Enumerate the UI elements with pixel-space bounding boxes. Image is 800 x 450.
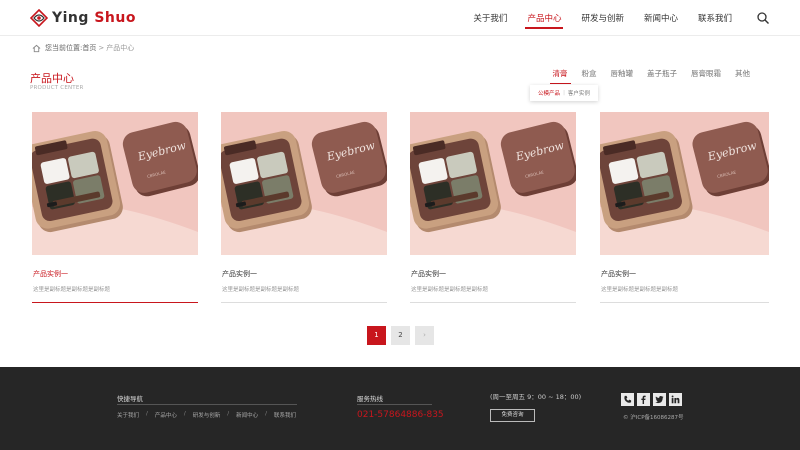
product-name: 产品实例一: [222, 270, 257, 278]
nav-item-news[interactable]: 新闻中心: [644, 0, 678, 36]
footer-link-separator: /: [146, 411, 148, 417]
home-icon: [32, 44, 41, 52]
product-image: Eyebrow CBROLAE: [410, 112, 576, 255]
footer-nav-title: 快捷导航: [117, 395, 143, 403]
page-button-1[interactable]: 1: [367, 326, 386, 345]
facebook-icon[interactable]: [637, 393, 650, 406]
product-image: Eyebrow CBROLAE: [221, 112, 387, 255]
product-card[interactable]: Eyebrow CBROLAE 产品实例一 这里是副标题是副标题是副标题: [600, 112, 769, 304]
logo-text: Ying Shuo: [52, 10, 136, 26]
product-image: Eyebrow CBROLAE: [32, 112, 198, 255]
page-subtitle: PRODUCT CENTER: [30, 85, 84, 91]
breadcrumb-separator: >: [98, 44, 105, 52]
card-underline: [410, 302, 576, 303]
footer-link-contact[interactable]: 联系我们: [274, 411, 296, 419]
footer-link-products[interactable]: 产品中心: [155, 411, 177, 419]
main-nav: 关于我们 产品中心 研发与创新 新闻中心 联系我们: [453, 0, 770, 36]
card-underline: [600, 302, 769, 303]
tab-gaiziping[interactable]: 盖子瓶子: [647, 68, 677, 84]
subtab-public-mold[interactable]: 公模产品: [538, 89, 560, 97]
product-desc: 这里是副标题是副标题是副标题: [33, 287, 111, 293]
next-page-button[interactable]: ›: [415, 326, 434, 345]
free-consult-button[interactable]: 免费咨询: [490, 409, 535, 422]
footer-link-news[interactable]: 新闻中心: [236, 411, 258, 419]
nav-item-contact[interactable]: 联系我们: [698, 0, 732, 36]
category-tabs: 清膏 粉盒 唇釉罐 盖子瓶子 唇膏眼霜 其他: [539, 68, 750, 84]
footer-link-separator: /: [265, 411, 267, 417]
product-card[interactable]: Eyebrow CBROLAE 产品实例一 这里是副标题是副标题是副标题: [221, 112, 387, 304]
footer-nav-underline: [117, 404, 297, 405]
product-name: 产品实例一: [601, 270, 636, 278]
product-desc: 这里是副标题是副标题是副标题: [601, 287, 679, 293]
footer-link-separator: /: [183, 411, 186, 417]
card-underline: [32, 302, 198, 303]
breadcrumb: 您当前位置: 首页 > 产品中心: [32, 42, 134, 54]
hotline-number[interactable]: 021-57864886-835: [357, 410, 444, 420]
product-desc: 这里是副标题是副标题是副标题: [222, 287, 300, 293]
service-hours: (周一至周五 9：00 ~ 18：00): [490, 393, 582, 401]
tab-chungao[interactable]: 唇膏眼霜: [691, 68, 721, 84]
logo-icon: [30, 9, 48, 27]
tab-fenhe[interactable]: 粉盒: [582, 68, 597, 84]
subtab-dropdown: 公模产品 | 客户实例: [530, 85, 598, 101]
breadcrumb-home[interactable]: 首页: [82, 43, 96, 53]
nav-item-products[interactable]: 产品中心: [525, 0, 564, 36]
search-icon[interactable]: [756, 11, 770, 25]
site-footer: [0, 367, 800, 450]
footer-link-about[interactable]: 关于我们: [117, 411, 139, 419]
site-header: Ying Shuo 关于我们 产品中心 研发与创新 新闻中心 联系我们: [0, 0, 800, 36]
page-title: 产品中心: [30, 72, 74, 85]
site-logo[interactable]: Ying Shuo: [30, 9, 136, 27]
tab-other[interactable]: 其他: [735, 68, 750, 84]
breadcrumb-current: 产品中心: [106, 44, 135, 52]
product-name: 产品实例一: [411, 270, 446, 278]
logo-text-prefix: Ying: [52, 10, 95, 26]
footer-link-research[interactable]: 研发与创新: [193, 411, 221, 419]
product-image: Eyebrow CBROLAE: [600, 112, 769, 255]
hotline-title: 服务热线: [357, 395, 383, 403]
page-button-2[interactable]: 2: [391, 326, 410, 345]
breadcrumb-prefix: 您当前位置:: [45, 44, 83, 52]
nav-item-about[interactable]: 关于我们: [473, 0, 507, 36]
hotline-underline: [357, 404, 432, 405]
twitter-icon[interactable]: [653, 393, 666, 406]
product-card[interactable]: Eyebrow CBROLAE 产品实例一 这里是副标题是副标题是副标题: [410, 112, 576, 304]
pagination: 1 2 ›: [367, 326, 439, 345]
linkedin-icon[interactable]: [669, 393, 682, 406]
footer-link-separator: /: [227, 411, 230, 417]
social-links: [621, 393, 685, 406]
tab-chunyouguan[interactable]: 唇釉罐: [611, 68, 634, 84]
product-desc: 这里是副标题是副标题是副标题: [411, 287, 489, 293]
nav-item-research[interactable]: 研发与创新: [581, 0, 624, 36]
logo-text-suffix: Shuo: [94, 10, 136, 26]
product-name: 产品实例一: [33, 270, 68, 278]
footer-links: 关于我们 / 产品中心 / 研发与创新 / 新闻中心 / 联系我们: [117, 411, 296, 419]
subtab-divider: |: [563, 90, 565, 96]
card-underline: [221, 302, 387, 303]
product-card[interactable]: Eyebrow CBROLAE 产品实例一 这里是副标题是副标题是副标题: [32, 112, 198, 304]
icp-record: © 沪ICP备16086287号: [623, 415, 684, 421]
phone-icon[interactable]: [621, 393, 634, 406]
subtab-customer-case[interactable]: 客户实例: [568, 89, 590, 97]
tab-qinggao[interactable]: 清膏: [549, 68, 571, 84]
